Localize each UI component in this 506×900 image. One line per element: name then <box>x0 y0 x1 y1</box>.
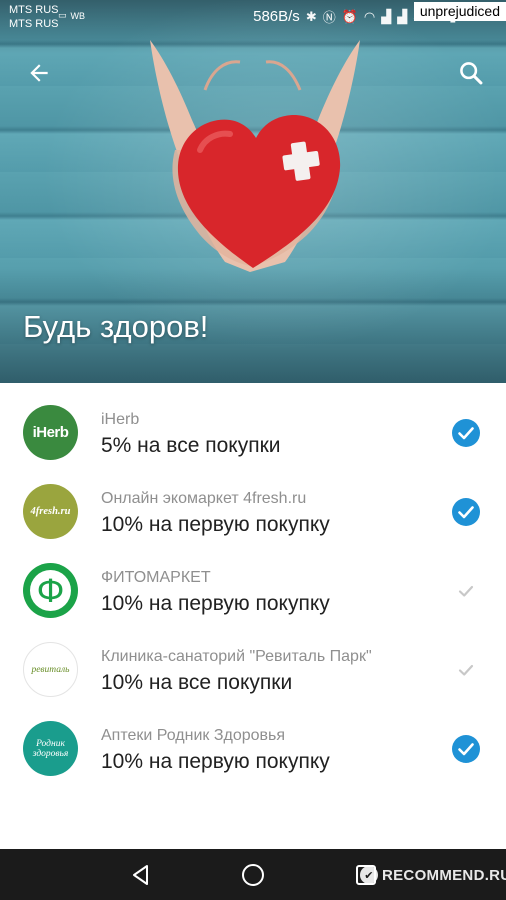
offers-list: iHerb iHerb 5% на все покупки 4fresh.ru … <box>0 383 506 778</box>
list-item-subtitle: Клиника-санаторий "Ревиталь Парк" <box>101 648 372 665</box>
recommend-logo-icon: ✔ <box>360 866 378 884</box>
check-circle-icon[interactable] <box>451 734 481 764</box>
nav-back-button[interactable] <box>127 861 155 889</box>
network-speed: 586B/s <box>253 8 300 25</box>
rodnik-logo-text: Родник здоровья <box>32 738 69 759</box>
nav-home-button[interactable] <box>239 861 267 889</box>
list-item-offer: 5% на все покупки <box>101 434 281 457</box>
hero-banner: MTS RUS MTS RUS ▭ WB 586B/s ✱ Ⓝ ⏰ ◠ ▟ ▟ … <box>0 0 506 383</box>
arrow-left-icon <box>30 64 48 82</box>
list-item-offer: 10% на все покупки <box>101 671 293 694</box>
list-item-revital-park[interactable]: ревиталь Клиника-санаторий "Ревиталь Пар… <box>0 620 506 699</box>
check-icon-inactive[interactable] <box>451 576 481 606</box>
watermark-site-text: RECOMMEND.RU <box>382 866 506 884</box>
screen-icon: ▭ <box>58 10 67 20</box>
wifi-icon: ◠ <box>363 8 376 24</box>
page-title: Будь здоров! <box>23 309 209 344</box>
revital-logo-text: ревиталь <box>31 664 70 675</box>
alarm-icon: ⏰ <box>341 8 358 24</box>
back-button[interactable] <box>17 51 61 95</box>
fitomarket-logo-ring: Ф <box>30 570 71 611</box>
check-circle-icon[interactable] <box>451 418 481 448</box>
iherb-logo: iHerb <box>23 405 78 460</box>
fitomarket-logo: Ф <box>23 563 78 618</box>
signal-icon-2: ▟ <box>397 8 408 24</box>
check-icon-inactive[interactable] <box>451 655 481 685</box>
rodnik-logo: Родник здоровья <box>23 721 78 776</box>
check-circle-icon[interactable] <box>451 497 481 527</box>
list-item-offer: 10% на первую покупку <box>101 592 330 615</box>
fitomarket-logo-text: Ф <box>36 571 65 610</box>
triangle-back-icon <box>133 865 148 885</box>
system-nav-bar: ✔ RECOMMEND.RU <box>0 849 506 900</box>
list-item-rodnik-zdorovya[interactable]: Родник здоровья Аптеки Родник Здоровья 1… <box>0 699 506 778</box>
carrier-info: MTS RUS MTS RUS <box>9 3 59 31</box>
watermark-site: ✔ RECOMMEND.RU <box>360 866 506 884</box>
list-item-subtitle: Онлайн экомаркет 4fresh.ru <box>101 490 307 507</box>
search-icon <box>460 62 483 85</box>
4fresh-logo-text: 4fresh.ru <box>30 506 71 517</box>
list-item-4fresh[interactable]: 4fresh.ru Онлайн экомаркет 4fresh.ru 10%… <box>0 462 506 541</box>
list-item-offer: 10% на первую покупку <box>101 750 330 773</box>
status-bar: MTS RUS MTS RUS ▭ WB 586B/s ✱ Ⓝ ⏰ ◠ ▟ ▟ … <box>0 0 506 34</box>
bluetooth-icon: ✱ <box>305 8 317 24</box>
iherb-logo-text: iHerb <box>32 424 69 441</box>
list-item-fitomarket[interactable]: Ф ФИТОМАРКЕТ 10% на первую покупку <box>0 541 506 620</box>
revital-logo: ревиталь <box>23 642 78 697</box>
watermark-username: unprejudiced <box>413 2 506 21</box>
status-mid: ▭ WB <box>58 10 85 21</box>
carrier-2: MTS RUS <box>9 18 59 30</box>
search-button[interactable] <box>449 51 493 95</box>
signal-icon: ▟ <box>381 8 392 24</box>
list-item-subtitle: ФИТОМАРКЕТ <box>101 569 211 586</box>
wb-label: WB <box>70 10 86 21</box>
circle-home-icon <box>242 864 264 886</box>
list-item-offer: 10% на первую покупку <box>101 513 330 536</box>
nfc-icon: Ⓝ <box>322 10 336 25</box>
carrier-1: MTS RUS <box>9 4 59 16</box>
4fresh-logo: 4fresh.ru <box>23 484 78 539</box>
list-item-subtitle: iHerb <box>101 411 140 428</box>
list-item-iherb[interactable]: iHerb iHerb 5% на все покупки <box>0 383 506 462</box>
list-item-subtitle: Аптеки Родник Здоровья <box>101 727 286 744</box>
